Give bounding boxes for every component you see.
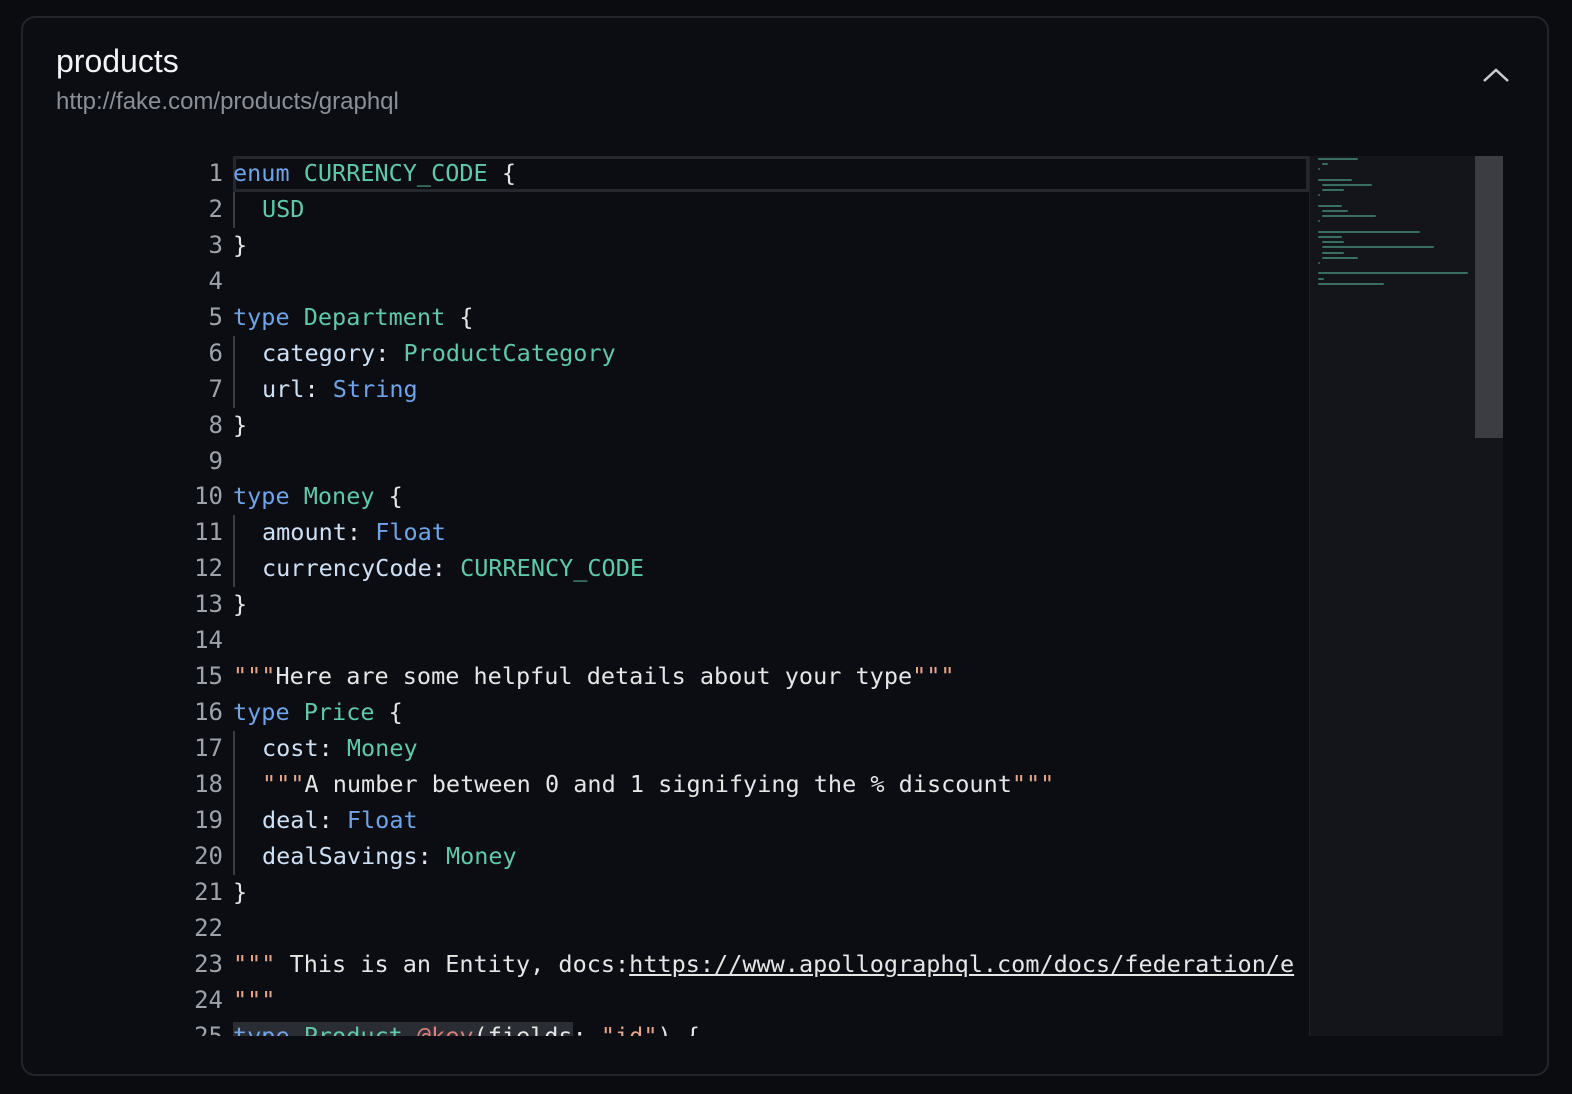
minimap-line [1322,184,1372,186]
code-line: } [233,410,248,439]
code-line: USD [233,191,1309,228]
minimap-line [1322,256,1358,259]
code-line: dealSavings: Money [233,838,1309,875]
chevron-up-icon [1483,68,1509,82]
line-number: 7 [208,374,223,403]
line-number: 15 [194,662,223,691]
code-line: category: ProductCategory [233,335,1309,372]
line-number: 12 [194,554,223,583]
minimap-line [1318,277,1324,280]
code-line: type Price { [233,698,403,727]
code-line: currencyCode: CURRENCY_CODE [233,551,1309,588]
line-number: 18 [194,769,223,798]
code-editor[interactable]: 1 2 3 4 5 6 7 8 9 10 11 12 13 14 15 16 1… [133,156,1503,1036]
code-line: deal: Float [233,802,1309,839]
minimap-line [1322,251,1344,254]
line-number: 5 [208,302,223,331]
line-number: 24 [194,985,223,1014]
panel-url: http://fake.com/products/graphql [56,88,399,115]
minimap-line [1318,262,1320,264]
line-number: 11 [194,518,223,547]
line-number: 21 [194,877,223,906]
minimap-line [1318,220,1320,223]
code-line: } [233,590,248,619]
code-line: """A number between 0 and 1 signifying t… [233,766,1309,803]
code-line: """Here are some helpful details about y… [233,662,955,691]
line-number: 16 [194,698,223,727]
minimap-line [1322,210,1348,212]
line-number-gutter: 1 2 3 4 5 6 7 8 9 10 11 12 13 14 15 16 1… [133,156,223,1036]
minimap-line [1318,168,1320,171]
minimap-line [1322,163,1328,166]
minimap-line [1318,236,1342,238]
minimap-line [1318,178,1352,181]
minimap-line [1318,282,1384,285]
line-number: 13 [194,590,223,619]
minimap-line [1322,246,1434,249]
schema-panel: products http://fake.com/products/graphq… [21,16,1549,1076]
code-line: amount: Float [233,515,1309,552]
line-number: 20 [194,841,223,870]
minimap-line [1318,204,1342,207]
panel-title: products [56,43,179,79]
code-line: cost: Money [233,731,1309,767]
collapse-button[interactable] [1479,62,1513,88]
line-number: 14 [194,626,223,655]
line-number: 8 [208,410,223,439]
line-number: 10 [194,482,223,511]
code-line: type Money { [233,482,403,511]
minimap-line [1318,158,1358,160]
code-line: """ This is an Entity, docs:https://www.… [233,949,1295,978]
minimap-line [1318,272,1468,275]
code-line: } [233,230,248,259]
minimap-line [1318,230,1420,233]
line-number: 3 [208,230,223,259]
line-number: 17 [194,734,223,762]
minimap-line [1322,215,1376,218]
code-line: """ [233,985,276,1014]
minimap-line [1322,241,1344,244]
line-number: 2 [208,194,223,223]
minimap[interactable] [1309,156,1503,1036]
line-number: 25 [194,1021,223,1037]
line-number: 9 [208,446,223,475]
minimap-slider[interactable] [1475,156,1503,438]
line-number: 23 [194,949,223,978]
code-line: type Department { [233,302,474,331]
minimap-line [1318,194,1320,197]
line-number: 1 [208,159,223,187]
line-number: 19 [194,805,223,834]
code-line: url: String [233,371,1309,408]
minimap-line [1322,189,1344,192]
line-number: 4 [208,266,223,295]
line-number: 22 [194,913,223,942]
line-number: 6 [208,338,223,367]
code-lines[interactable]: enum CURRENCY_CODE {USD} type Department … [233,156,1309,1036]
code-line: enum CURRENCY_CODE { [233,156,1309,192]
code-line: type Product @key(fields: "id") { [233,1019,1309,1036]
code-line: } [233,877,248,906]
